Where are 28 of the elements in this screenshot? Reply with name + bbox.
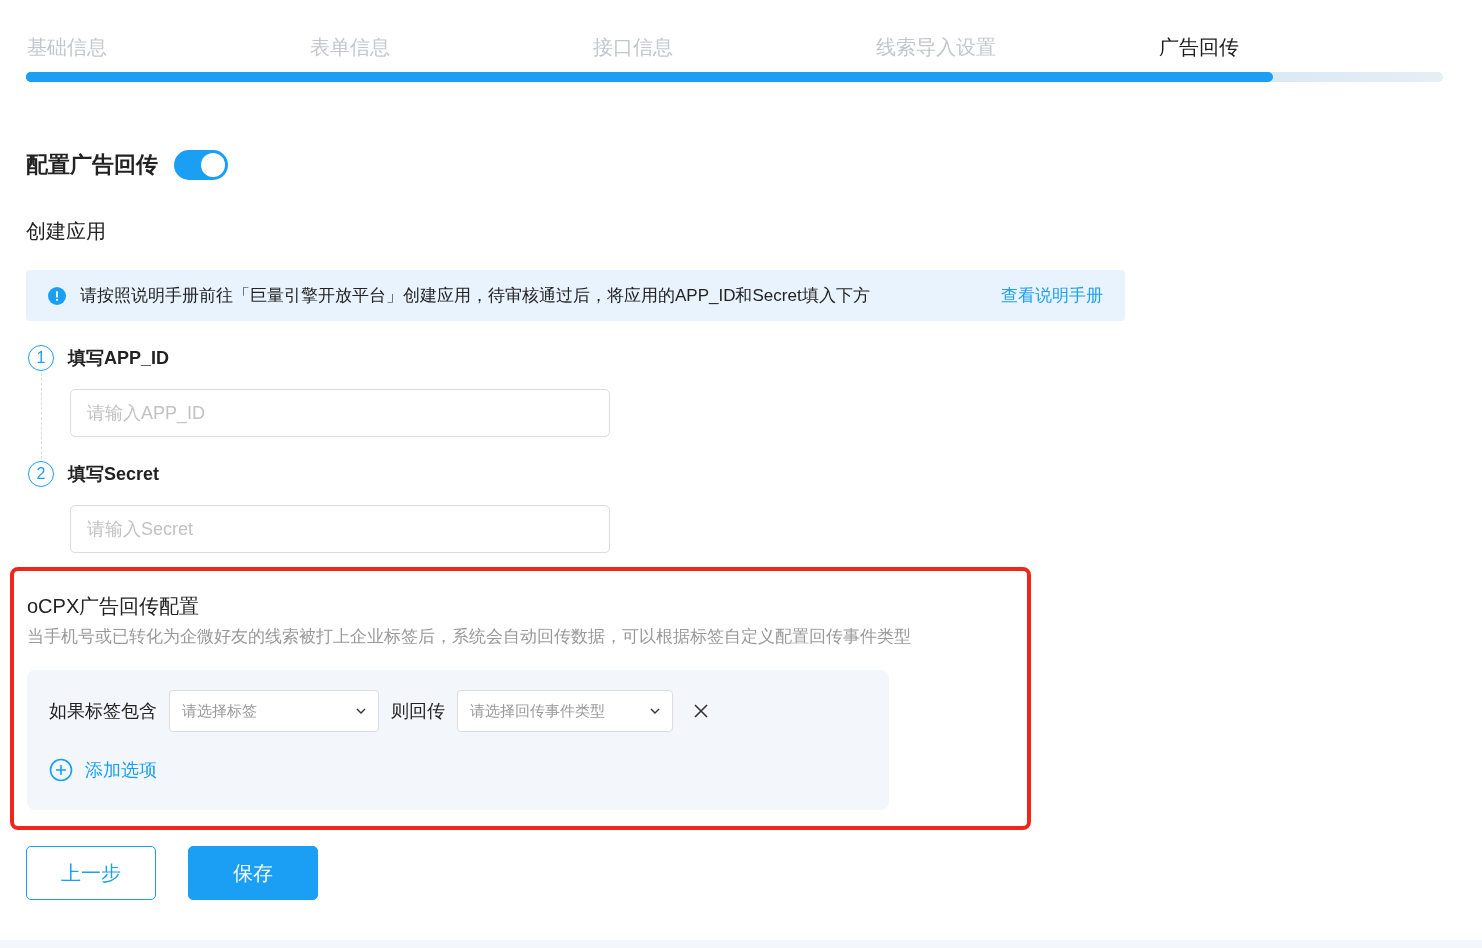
description-text: 当手机号或已转化为企微好友的线索被打上企业标签后，系统会自动回传数据，可以根据标签自定义配置回传事件类型	[27, 626, 912, 648]
info-icon	[48, 286, 66, 305]
back-button[interactable]: 上一步	[26, 846, 156, 900]
manual-link[interactable]: 查看说明手册	[1001, 284, 1103, 307]
close-icon[interactable]	[693, 703, 709, 719]
notice-text: 请按照说明手册前往「巨量引擎开放平台」创建应用，待审核通过后，将应用的APP_ID和Secret填入下方	[80, 285, 870, 307]
step-tab[interactable]: 表单信息	[310, 30, 593, 64]
step-tab[interactable]: 基础信息	[27, 30, 310, 64]
chevron-down-icon	[650, 708, 660, 714]
condition-label: 则回传	[391, 700, 445, 723]
toggle-switch[interactable]	[174, 150, 228, 180]
plus-circle-icon	[49, 758, 73, 782]
tag-select[interactable]: 请选择标签	[169, 690, 379, 732]
section-title: 配置广告回传	[26, 151, 158, 179]
event-type-select[interactable]: 请选择回传事件类型	[457, 690, 673, 732]
chevron-down-icon	[356, 708, 366, 714]
field-label: 填写Secret	[68, 463, 160, 486]
input-field[interactable]: 请输入Secret	[70, 505, 610, 553]
step-tab[interactable]: 广告回传	[1159, 30, 1442, 64]
section-title: 创建应用	[26, 219, 107, 244]
step-tab[interactable]: 接口信息	[593, 30, 876, 64]
step-tab[interactable]: 线索导入设置	[876, 30, 1159, 64]
section-title: oCPX广告回传配置	[27, 594, 201, 619]
input-field[interactable]: 请输入APP_ID	[70, 389, 610, 437]
field-label: 填写APP_ID	[68, 347, 170, 370]
condition-label: 如果标签包含	[49, 700, 157, 723]
add-option-link[interactable]: 添加选项	[49, 758, 157, 782]
save-button[interactable]: 保存	[188, 846, 318, 900]
